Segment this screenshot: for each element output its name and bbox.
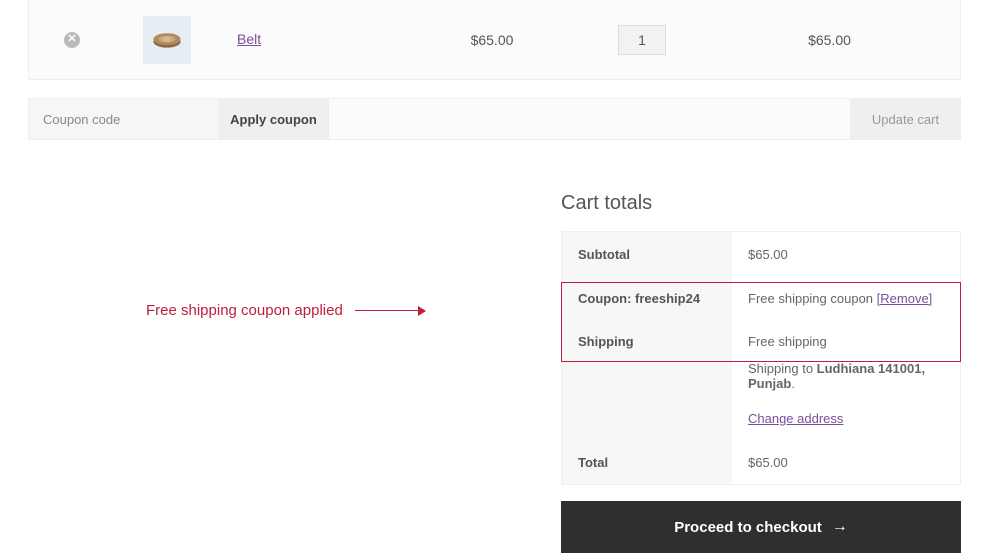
change-address-link[interactable]: Change address: [748, 411, 843, 426]
annotation-callout: Free shipping coupon applied: [146, 302, 425, 319]
total-label: Total: [562, 440, 732, 484]
belt-icon: [150, 28, 184, 52]
coupon-row: Coupon: freeship24 Free shipping coupon …: [562, 276, 960, 320]
subtotal-value: $65.00: [732, 233, 960, 276]
total-row: Total $65.00: [562, 440, 960, 484]
product-link[interactable]: Belt: [237, 31, 261, 47]
product-name-cell: Belt: [237, 31, 417, 49]
total-value: $65.00: [732, 441, 960, 484]
price-cell: $65.00: [417, 32, 567, 48]
remove-coupon-link[interactable]: [Remove]: [877, 291, 933, 306]
apply-coupon-button[interactable]: Apply coupon: [219, 99, 329, 139]
shipping-to-suffix: .: [791, 376, 795, 391]
cart-totals: Cart totals Subtotal $65.00 Coupon: free…: [561, 192, 961, 553]
coupon-bar: Apply coupon Update cart: [28, 98, 961, 140]
quantity-input[interactable]: [618, 25, 666, 55]
update-cart-button[interactable]: Update cart: [850, 99, 960, 139]
shipping-destination: Shipping to Ludhiana 141001, Punjab.: [748, 361, 944, 391]
cart-totals-title: Cart totals: [561, 192, 961, 215]
shipping-row: Shipping Free shipping Shipping to Ludhi…: [562, 320, 960, 440]
coupon-input[interactable]: [29, 99, 219, 139]
subtotal-label: Subtotal: [562, 232, 732, 276]
proceed-checkout-button[interactable]: Proceed to checkout →: [561, 501, 961, 553]
totals-table: Subtotal $65.00 Coupon: freeship24 Free …: [561, 231, 961, 485]
remove-cell: ✕: [47, 32, 97, 48]
shipping-method: Free shipping: [748, 334, 944, 349]
quantity-cell: [567, 25, 717, 55]
annotation-arrow: [355, 310, 425, 311]
arrow-right-icon: →: [832, 518, 848, 536]
coupon-desc: Free shipping coupon: [748, 291, 877, 306]
shipping-value-cell: Free shipping Shipping to Ludhiana 14100…: [732, 320, 960, 440]
spacer: [329, 99, 850, 139]
shipping-label: Shipping: [562, 320, 732, 440]
annotation-text: Free shipping coupon applied: [146, 302, 343, 319]
coupon-label: Coupon: freeship24: [562, 276, 732, 320]
shipping-to-prefix: Shipping to: [748, 361, 817, 376]
line-subtotal-cell: $65.00: [717, 32, 942, 48]
product-thumbnail[interactable]: [143, 16, 191, 64]
subtotal-row: Subtotal $65.00: [562, 232, 960, 276]
remove-item-icon[interactable]: ✕: [64, 32, 80, 48]
coupon-value: Free shipping coupon [Remove]: [732, 277, 960, 320]
checkout-label: Proceed to checkout: [674, 519, 822, 536]
thumbnail-cell: [97, 16, 237, 64]
cart-item-row: ✕ Belt $65.00 $65.00: [28, 0, 961, 80]
